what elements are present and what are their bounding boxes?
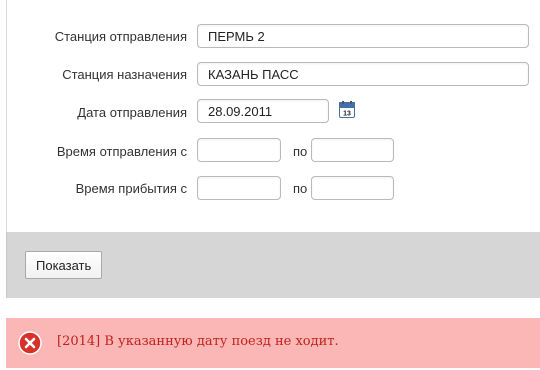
departure-time-label: Время отправления с [56, 144, 187, 159]
error-icon [18, 331, 42, 355]
departure-station-input[interactable] [197, 24, 529, 48]
calendar-icon[interactable]: 13 [339, 101, 355, 118]
show-button[interactable]: Показать [25, 251, 103, 279]
departure-date-input[interactable] [197, 99, 329, 123]
arrival-time-from-input[interactable] [197, 176, 281, 200]
departure-station-label: Станция отправления [54, 29, 187, 44]
arrival-time-label: Время прибытия с [75, 181, 187, 196]
departure-time-to-label: по [293, 144, 308, 159]
departure-time-from-input[interactable] [197, 138, 281, 162]
search-form: Станция отправления Станция назначения Д… [6, 0, 540, 232]
arrival-time-to-label: по [293, 181, 308, 196]
departure-time-to-input[interactable] [311, 138, 394, 162]
arrival-station-label: Станция назначения [62, 67, 187, 82]
arrival-station-input[interactable] [197, 62, 529, 86]
error-message: [2014] В указанную дату поезд не ходит. [57, 334, 339, 349]
departure-date-label: Дата отправления [77, 105, 187, 120]
action-bar: Показать [6, 232, 540, 298]
calendar-day: 13 [343, 111, 351, 118]
error-banner: [2014] В указанную дату поезд не ходит. [6, 318, 540, 368]
arrival-time-to-input[interactable] [311, 176, 394, 200]
